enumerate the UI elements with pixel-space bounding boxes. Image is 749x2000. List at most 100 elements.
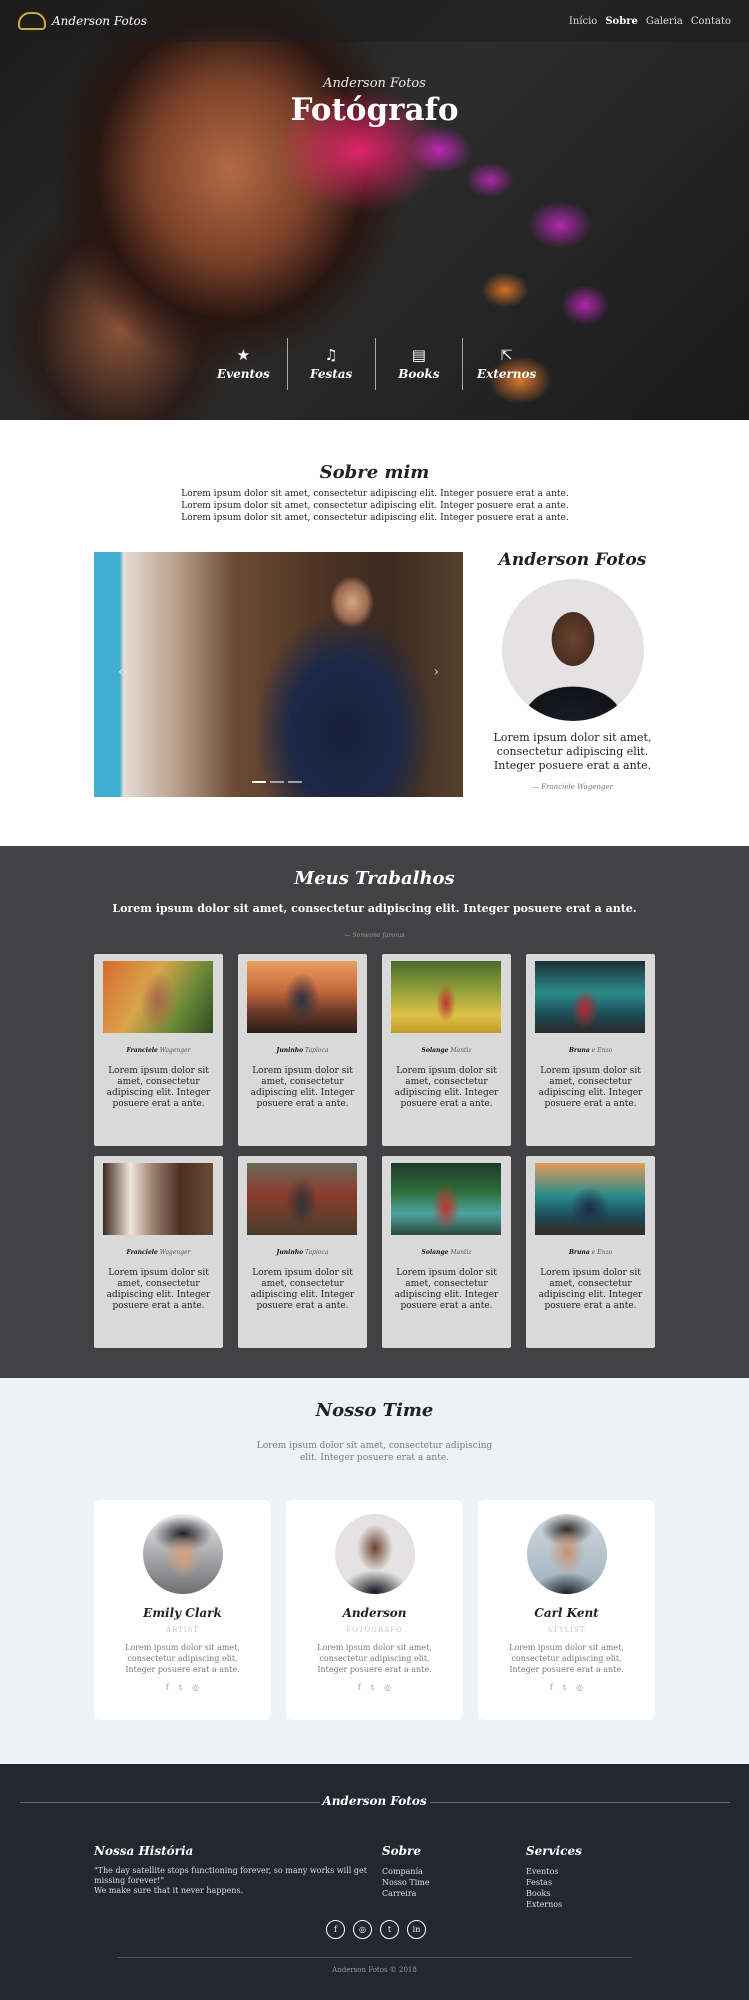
carousel-indicator[interactable] [288, 781, 302, 783]
work-photo [247, 961, 357, 1033]
star-icon: ★ [236, 346, 251, 364]
team-cards: Emily Clark ARTIST Lorem ipsum dolor sit… [94, 1500, 655, 1720]
carousel-indicator[interactable] [252, 781, 266, 783]
member-role: STYLIST [547, 1626, 586, 1634]
work-photo [103, 961, 213, 1033]
footer-line-right [430, 1802, 730, 1803]
service-label: Books [398, 367, 440, 381]
footer-divider [117, 1957, 632, 1958]
profile-name: Anderson Fotos [498, 550, 647, 570]
work-card[interactable]: Bruna e Enzo Lorem ipsum dolor sit amet,… [526, 1156, 655, 1348]
twitter-icon[interactable]: t [563, 1683, 566, 1692]
site-logo[interactable]: Anderson Fotos [18, 12, 147, 30]
work-card[interactable]: Juninho Tapioca Lorem ipsum dolor sit am… [238, 1156, 367, 1348]
twitter-icon[interactable]: t [179, 1683, 182, 1692]
work-name: Franciele Wagenger [126, 1249, 191, 1256]
work-card[interactable]: Juninho Tapioca Lorem ipsum dolor sit am… [238, 954, 367, 1146]
team-member-card: Carl Kent STYLIST Lorem ipsum dolor sit … [478, 1500, 655, 1720]
footer-link-compania[interactable]: Companía [382, 1866, 502, 1877]
camera-logo-icon [18, 12, 46, 30]
team-member-card: Anderson FOTÓGRAFO Lorem ipsum dolor sit… [286, 1500, 463, 1720]
about-text: Lorem ipsum dolor sit amet, consectetur … [181, 489, 569, 523]
team-section: Nosso Time Lorem ipsum dolor sit amet, c… [0, 1378, 749, 1764]
service-festas[interactable]: ♫ Festas [288, 338, 376, 390]
work-desc: Lorem ipsum dolor sit amet, consectetur … [394, 1268, 499, 1311]
work-desc: Lorem ipsum dolor sit amet, consectetur … [538, 1268, 643, 1311]
footer-link-carreira[interactable]: Carreira [382, 1888, 502, 1899]
work-photo [103, 1163, 213, 1235]
work-photo [391, 961, 501, 1033]
carousel-prev-button[interactable]: ‹ [118, 664, 124, 680]
nav-link-inicio[interactable]: Início [569, 16, 597, 27]
twitter-icon[interactable]: t [380, 1920, 399, 1939]
member-bio: Lorem ipsum dolor sit amet, consectetur … [317, 1643, 432, 1674]
work-photo [391, 1163, 501, 1235]
instagram-icon[interactable]: ◎ [576, 1683, 583, 1692]
footer-link-books[interactable]: Books [526, 1888, 646, 1899]
footer-history-title: Nossa História [94, 1844, 194, 1858]
facebook-icon[interactable]: f [550, 1683, 553, 1692]
twitter-icon[interactable]: t [371, 1683, 374, 1692]
instagram-icon[interactable]: ◎ [353, 1920, 372, 1939]
nav-link-sobre[interactable]: Sobre [605, 16, 638, 27]
photo-carousel[interactable]: ‹ › [94, 552, 463, 797]
top-navbar: Anderson Fotos Início Sobre Galeria Cont… [0, 0, 749, 42]
service-eventos[interactable]: ★ Eventos [200, 338, 288, 390]
work-name: Juninho Tapioca [276, 1249, 329, 1256]
profile-cite: — Franciele Wagenger [532, 783, 613, 791]
work-card[interactable]: Solange Mantiz Lorem ipsum dolor sit ame… [382, 1156, 511, 1348]
work-desc: Lorem ipsum dolor sit amet, consectetur … [394, 1066, 499, 1109]
works-cite: — Someone famous [344, 932, 405, 939]
member-name: Carl Kent [534, 1606, 599, 1620]
work-card[interactable]: Franciele Wagenger Lorem ipsum dolor sit… [94, 954, 223, 1146]
nav-link-galeria[interactable]: Galeria [646, 16, 683, 27]
work-desc: Lorem ipsum dolor sit amet, consectetur … [106, 1268, 211, 1311]
footer-link-nosso-time[interactable]: Nosso Time [382, 1877, 502, 1888]
team-title: Nosso Time [315, 1400, 434, 1421]
work-card[interactable]: Solange Mantiz Lorem ipsum dolor sit ame… [382, 954, 511, 1146]
facebook-icon[interactable]: f [326, 1920, 345, 1939]
footer-services-title: Services [526, 1844, 582, 1858]
footer-copyright: Anderson Fotos © 2018 [332, 1966, 417, 1974]
carousel-indicators [252, 781, 302, 783]
carousel-indicator[interactable] [270, 781, 284, 783]
member-name: Anderson [342, 1606, 407, 1620]
facebook-icon[interactable]: f [358, 1683, 361, 1692]
service-label: Eventos [216, 367, 270, 381]
work-card[interactable]: Franciele Wagenger Lorem ipsum dolor sit… [94, 1156, 223, 1348]
work-desc: Lorem ipsum dolor sit amet, consectetur … [250, 1268, 355, 1311]
member-social: f t ◎ [286, 1683, 463, 1692]
footer-link-eventos[interactable]: Eventos [526, 1866, 646, 1877]
carousel-next-button[interactable]: › [433, 664, 439, 680]
instagram-icon[interactable]: ◎ [192, 1683, 199, 1692]
footer-sobre-title: Sobre [382, 1844, 422, 1858]
work-name: Bruna e Enzo [568, 1047, 613, 1054]
team-member-card: Emily Clark ARTIST Lorem ipsum dolor sit… [94, 1500, 271, 1720]
facebook-icon[interactable]: f [166, 1683, 169, 1692]
work-card[interactable]: Bruna e Enzo Lorem ipsum dolor sit amet,… [526, 954, 655, 1146]
member-avatar [334, 1514, 415, 1594]
service-books[interactable]: ▤ Books [376, 338, 464, 390]
member-social: f t ◎ [94, 1683, 271, 1692]
work-name: Juninho Tapioca [276, 1047, 329, 1054]
member-social: f t ◎ [478, 1683, 655, 1692]
works-section: Meus Trabalhos Lorem ipsum dolor sit ame… [0, 846, 749, 1378]
footer-link-festas[interactable]: Festas [526, 1877, 646, 1888]
footer-sobre: Sobre Companía Nosso Time Carreira [382, 1844, 502, 1899]
nav-link-contato[interactable]: Contato [691, 16, 731, 27]
member-bio: Lorem ipsum dolor sit amet, consectetur … [125, 1643, 240, 1674]
service-externos[interactable]: ⇱ Externos [463, 338, 550, 390]
hero-subtitle: Anderson Fotos [323, 76, 426, 91]
linkedin-icon[interactable]: in [407, 1920, 426, 1939]
footer-history: Nossa História "The day satellite stops … [94, 1844, 384, 1896]
work-desc: Lorem ipsum dolor sit amet, consectetur … [538, 1066, 643, 1109]
footer-link-externos[interactable]: Externos [526, 1899, 646, 1910]
work-name: Franciele Wagenger [126, 1047, 191, 1054]
profile-avatar [501, 579, 644, 721]
external-link-icon: ⇱ [500, 346, 513, 364]
hero-section: Anderson Fotos Início Sobre Galeria Cont… [0, 0, 749, 420]
work-desc: Lorem ipsum dolor sit amet, consectetur … [106, 1066, 211, 1109]
member-role: ARTIST [165, 1626, 200, 1634]
service-label: Externos [476, 367, 537, 381]
instagram-icon[interactable]: ◎ [384, 1683, 391, 1692]
